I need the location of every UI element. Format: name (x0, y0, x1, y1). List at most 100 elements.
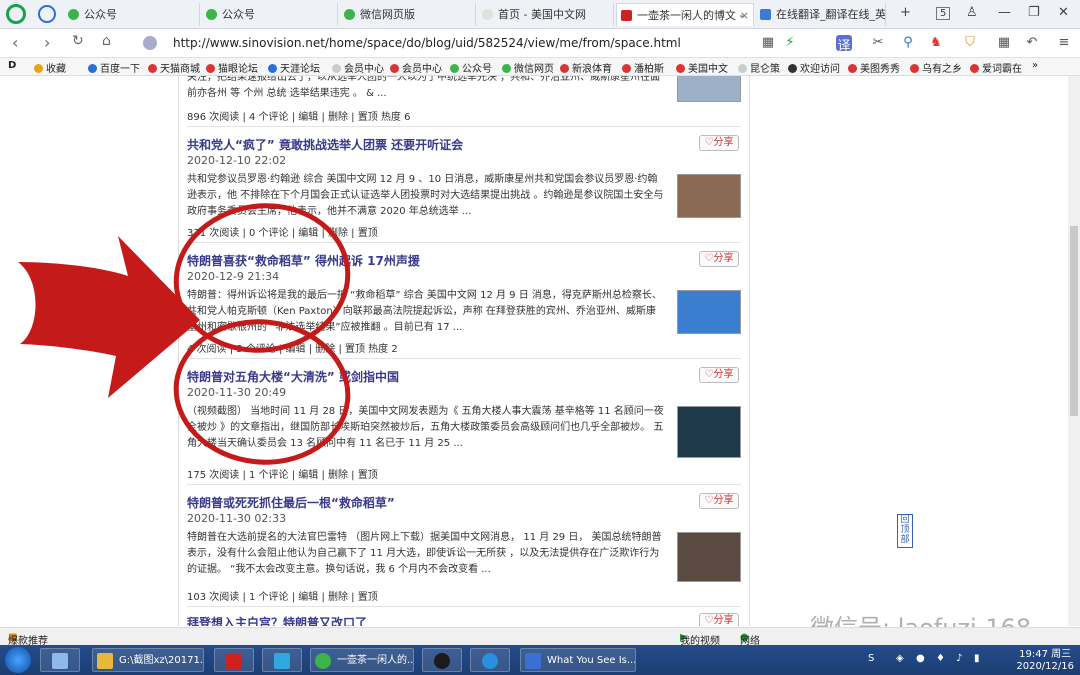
bookmark-baidu[interactable]: 百度一下 (88, 60, 140, 75)
bookmark-maoyan[interactable]: 猫眼论坛 (206, 60, 258, 75)
qq-icon (434, 653, 450, 669)
bookmarks-toggle-icon[interactable]: D (8, 60, 16, 71)
taskbar-app[interactable] (262, 648, 302, 672)
game-icon[interactable]: ♞ (928, 35, 944, 51)
browser-logo-icon[interactable] (6, 4, 26, 24)
back-icon[interactable]: ‹ (12, 33, 18, 52)
bookmark-tmall[interactable]: 天猫商城 (148, 60, 200, 75)
red-arrow (18, 236, 200, 398)
tab-count[interactable]: 5 (936, 7, 951, 20)
close-window-icon[interactable]: ✕ (1058, 5, 1069, 20)
baidu-icon (88, 64, 97, 73)
wps-icon (226, 653, 242, 669)
refresh-icon[interactable]: ↻ (72, 33, 84, 49)
volume-icon[interactable]: ♪ (956, 653, 962, 664)
tab-5-active[interactable]: 一壶茶一闲人的博文 - × (616, 3, 754, 26)
search-icon[interactable]: ⚲ (900, 35, 916, 51)
start-button[interactable] (5, 647, 31, 673)
share-button[interactable]: ♡分享 (699, 613, 739, 626)
divider (187, 484, 741, 485)
shirt-icon[interactable]: ♙ (966, 5, 978, 20)
bookmark-iciba[interactable]: 爱词霸在 (970, 60, 1022, 75)
tab-1[interactable]: 公众号 (64, 3, 200, 26)
restore-icon[interactable]: ❐ (1028, 5, 1040, 20)
divider (187, 126, 741, 127)
magnifier-icon (52, 653, 68, 669)
clock[interactable]: 19:47 周三 2020/12/16 (1016, 649, 1074, 673)
clock-time: 19:47 周三 (1019, 649, 1072, 660)
grid-icon[interactable]: ▦ (760, 35, 776, 51)
taskbar-folder[interactable]: G:\截图xz\20171... (92, 648, 204, 672)
bookmark-member-2[interactable]: 会员中心 (390, 60, 442, 75)
tab-4[interactable]: 首页 - 美国中文网 (478, 3, 614, 26)
post-thumbnail[interactable] (677, 174, 741, 218)
post-thumbnail[interactable] (677, 290, 741, 334)
site-info-icon[interactable] (143, 36, 157, 50)
back-to-top-link[interactable]: 回顶部 (897, 514, 913, 548)
tab-2[interactable]: 公众号 (202, 3, 338, 26)
post-title[interactable]: 特朗普或死死抓住最后一根“救命稻草” (187, 494, 395, 511)
vertical-scrollbar[interactable] (1068, 76, 1080, 626)
bookmark-kunlun[interactable]: 昆仑策 (738, 60, 780, 75)
share-button[interactable]: ♡分享 (699, 367, 739, 383)
url-field[interactable]: http://www.sinovision.net/home/space/do/… (135, 32, 755, 54)
tray-icon[interactable]: ◈ (896, 653, 904, 664)
bookmark-gzh[interactable]: 公众号 (450, 60, 492, 75)
taskbar-browser[interactable]: 一壶茶一闲人的... (310, 648, 414, 672)
apps-icon[interactable]: ▦ (996, 35, 1012, 51)
post-title[interactable]: 共和党人“疯了” 竟敢挑战选举人团票 还要开听证会 (187, 136, 463, 153)
tray-icon[interactable]: ● (916, 653, 925, 664)
bookmark-meitu[interactable]: 美图秀秀 (848, 60, 900, 75)
search-taskbar-icon[interactable] (40, 648, 80, 672)
input-method-icon[interactable]: S (868, 653, 874, 664)
menu-icon[interactable]: ≡ (1056, 35, 1072, 51)
new-tab-icon[interactable]: + (900, 5, 911, 20)
post-thumbnail[interactable] (677, 532, 741, 582)
navigation-icon[interactable] (38, 5, 56, 23)
star-icon (34, 64, 43, 73)
bookmark-sinovision[interactable]: 美国中文 (676, 60, 728, 75)
tray-icon[interactable]: ♦ (936, 653, 945, 664)
bookmark-member-1[interactable]: 会员中心 (332, 60, 384, 75)
bookmark-sina[interactable]: 新浪体育 (560, 60, 612, 75)
tab-6[interactable]: 在线翻译_翻译在线_英 (756, 3, 886, 26)
taskbar-qq[interactable] (422, 648, 462, 672)
bookmark-wuyou[interactable]: 乌有之乡 (910, 60, 962, 75)
divider (187, 358, 741, 359)
divider (187, 242, 741, 243)
forward-icon[interactable]: › (44, 33, 50, 52)
home-icon[interactable]: ⌂ (102, 33, 111, 49)
post-body: 关注，把结果速报给出去了，以从选举人团的一人以为了中统选举先决 ，共和、乔治亚州… (187, 76, 661, 99)
post-title[interactable]: 特朗普喜获“救命稻草” 得州起诉 17州声援 (187, 252, 420, 269)
bookmark-weixin[interactable]: 微信网页 (502, 60, 554, 75)
status-bar: ■ 爆款推荐 ▶ 我的视频 ● 网络 (0, 627, 1080, 647)
translate-icon[interactable]: 译 (836, 35, 852, 54)
tab-3[interactable]: 微信网页版 (340, 3, 476, 26)
network-tray-icon[interactable]: ▮ (974, 653, 980, 664)
post-thumbnail[interactable] (677, 406, 741, 458)
bookmark-tianya[interactable]: 天涯论坛 (268, 60, 320, 75)
taskbar-edge[interactable] (470, 648, 510, 672)
scissors-icon[interactable]: ✂ (870, 35, 886, 51)
share-button[interactable]: ♡分享 (699, 135, 739, 151)
post-title[interactable]: 特朗普对五角大楼“大清洗” 或剑指中国 (187, 368, 399, 385)
share-button[interactable]: ♡分享 (699, 493, 739, 509)
bookmark-pbs[interactable]: 潘柏斯 (622, 60, 664, 75)
scrollbar-thumb[interactable] (1070, 226, 1078, 416)
lightning-icon[interactable]: ⚡ (782, 35, 798, 51)
minimize-icon[interactable]: — (998, 5, 1011, 20)
undo-icon[interactable]: ↶ (1024, 35, 1040, 51)
share-button[interactable]: ♡分享 (699, 251, 739, 267)
taskbar-editor[interactable]: What You See Is... (520, 648, 636, 672)
bookmark-favorites[interactable]: 收藏 (34, 60, 66, 75)
bookmark-welcome[interactable]: 欢迎访问 (788, 60, 840, 75)
close-tab-icon[interactable]: × (740, 4, 749, 26)
tmall-icon (148, 64, 157, 73)
taskbar-wps[interactable] (214, 648, 254, 672)
bookmarks-more-icon[interactable]: » (1032, 60, 1038, 71)
shield-icon[interactable]: ⛉ (962, 35, 978, 51)
page-icon (738, 64, 747, 73)
post-thumbnail[interactable] (677, 76, 741, 102)
post-title[interactable]: 拜登想入主白宫？特朗普又改口了 (187, 614, 367, 626)
editor-icon (525, 653, 541, 669)
